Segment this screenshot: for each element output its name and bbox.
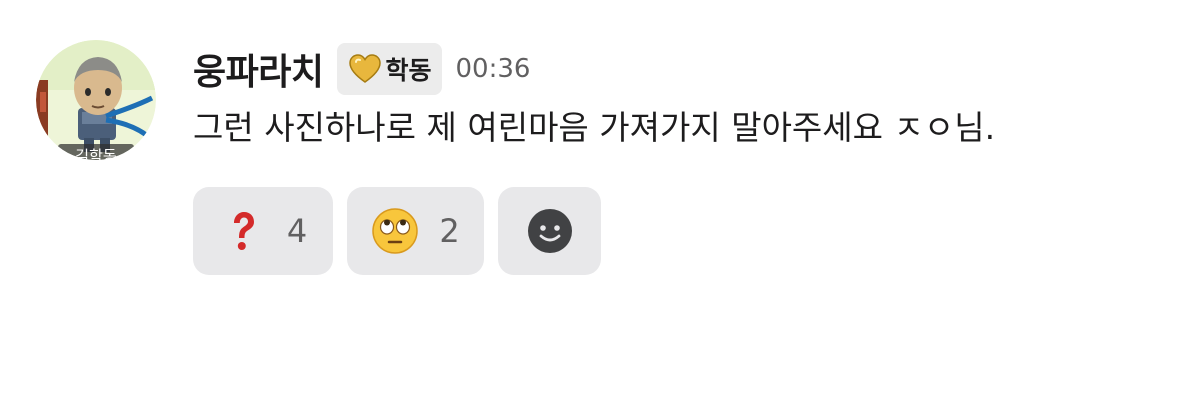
status-badge[interactable]: 학동 bbox=[337, 43, 442, 95]
reaction-question[interactable]: 4 bbox=[193, 187, 333, 275]
avatar-caption: 김학동 bbox=[75, 147, 117, 160]
username[interactable]: 웅파라치 bbox=[193, 43, 324, 95]
status-badge-label: 학동 bbox=[385, 56, 432, 85]
message-text: 그런 사진하나로 제 여린마음 가져가지 말아주세요 ㅈㅇ님. bbox=[193, 108, 996, 147]
add-reaction-icon bbox=[527, 209, 572, 253]
reaction-count: 4 bbox=[286, 212, 308, 250]
message-content: 웅파라치 학동 00:36 그런 사진하나로 제 여린마음 가져가지 말아주세요… bbox=[193, 40, 1153, 275]
avatar-image: 김학동 bbox=[36, 40, 156, 160]
red-question-mark-icon bbox=[233, 212, 254, 250]
chat-message: 김학동 웅파라치 학동 00:36 그런 사진하나로 제 여린마음 가져가지 말… bbox=[0, 0, 1183, 400]
reaction-bar: 4 2 bbox=[193, 187, 1153, 275]
reaction-rolling-eyes[interactable]: 2 bbox=[347, 187, 484, 275]
gold-heart-icon bbox=[349, 54, 382, 83]
reaction-count: 2 bbox=[439, 212, 460, 250]
avatar[interactable]: 김학동 bbox=[36, 40, 156, 160]
message-header: 웅파라치 학동 00:36 bbox=[193, 40, 1153, 98]
face-with-rolling-eyes-icon bbox=[372, 208, 419, 254]
add-reaction-button[interactable] bbox=[498, 187, 601, 275]
timestamp[interactable]: 00:36 bbox=[456, 54, 531, 84]
